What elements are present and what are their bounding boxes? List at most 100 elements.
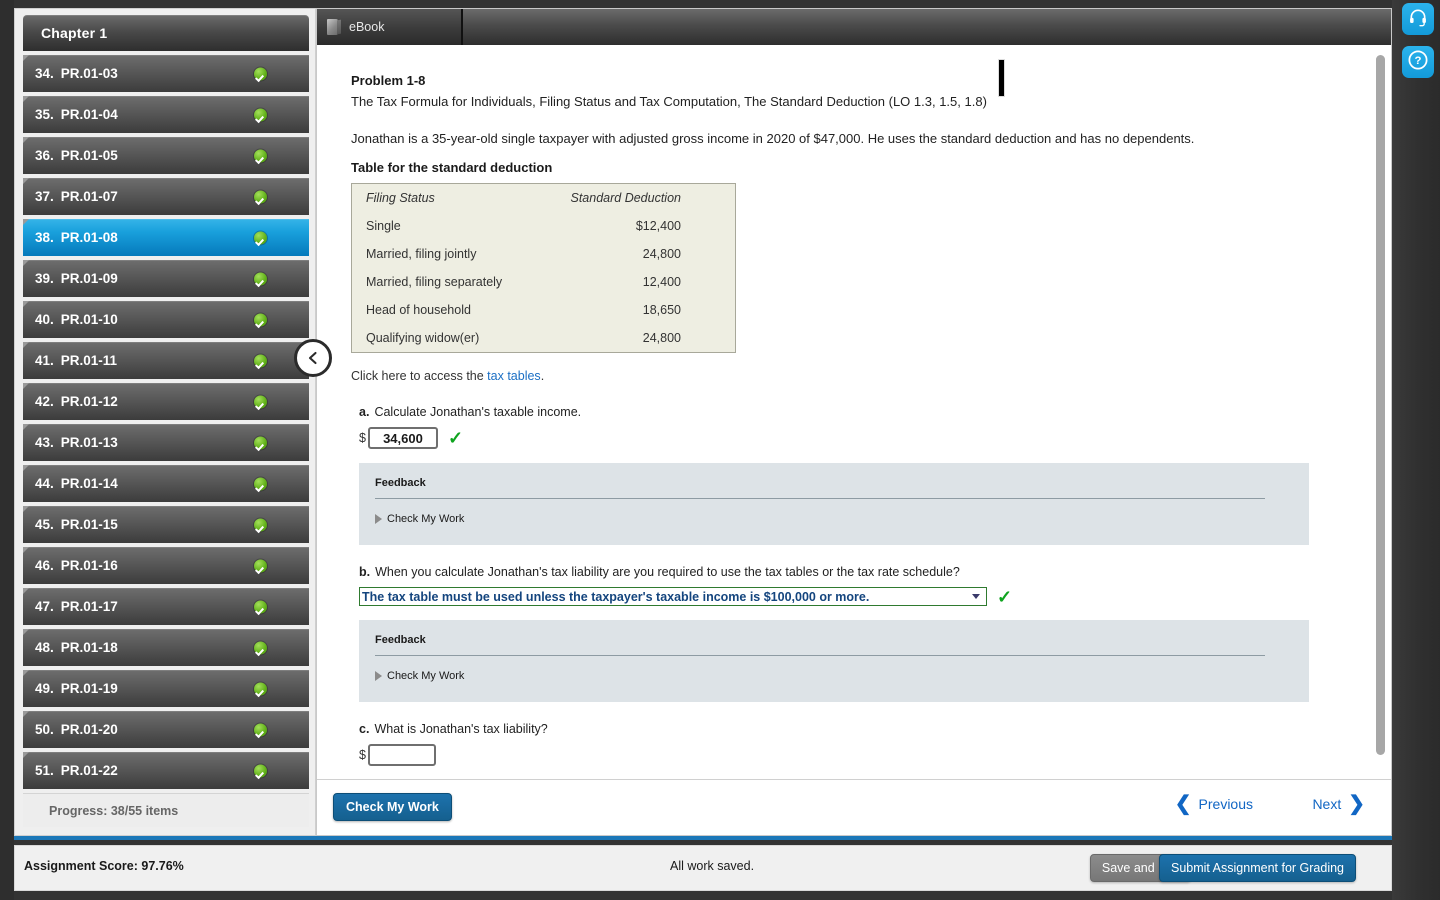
standard-deduction-table: Filing Status Standard Deduction Single $12… bbox=[351, 183, 736, 353]
sidebar-item-number: 34. bbox=[35, 66, 54, 81]
previous-label: Previous bbox=[1198, 796, 1253, 812]
sidebar-item-number: 41. bbox=[35, 353, 54, 368]
sidebar-item-number: 43. bbox=[35, 435, 54, 450]
status-complete-icon bbox=[254, 641, 267, 654]
sidebar-item-pr.01-08[interactable]: 38. PR.01-08 bbox=[23, 219, 309, 256]
sidebar-item-label: PR.01-13 bbox=[60, 435, 118, 450]
sidebar-item-label: PR.01-08 bbox=[60, 230, 118, 245]
sidebar-item-pr.01-03[interactable]: 34. PR.01-03 bbox=[23, 55, 309, 92]
sidebar-item-label: PR.01-10 bbox=[60, 312, 118, 327]
select-host: The tax table must be used unless the ta… bbox=[359, 587, 987, 606]
status-complete-icon bbox=[254, 231, 267, 244]
sidebar-item-number: 36. bbox=[35, 148, 54, 163]
sidebar-item-pr.01-22[interactable]: 51. PR.01-22 bbox=[23, 752, 309, 789]
sidebar-item-number: 47. bbox=[35, 599, 54, 614]
sidebar-item-label: PR.01-04 bbox=[60, 107, 118, 122]
check-my-work-button[interactable]: Check My Work bbox=[333, 793, 452, 821]
sidebar-item-pr.01-17[interactable]: 47. PR.01-17 bbox=[23, 588, 309, 625]
sidebar-item-label: PR.01-03 bbox=[60, 66, 118, 81]
tab-ebook[interactable]: eBook bbox=[317, 9, 463, 45]
status-complete-icon bbox=[254, 682, 267, 695]
table-cell: 18,650 bbox=[642, 303, 681, 317]
sidebar-item-number: 35. bbox=[35, 107, 54, 122]
status-complete-icon bbox=[254, 67, 267, 80]
question-c-answer-row: $ bbox=[359, 744, 1353, 766]
feedback-divider-b bbox=[375, 655, 1265, 656]
question-navigator-sidebar: Chapter 1 34. PR.01-03 35. PR.01-04 36. PR.01… bbox=[14, 8, 316, 836]
sidebar-item-pr.01-09[interactable]: 39. PR.01-09 bbox=[23, 260, 309, 297]
sidebar-collapse-button[interactable] bbox=[294, 339, 332, 377]
next-button[interactable]: Next ❯ bbox=[1312, 794, 1365, 814]
check-my-work-toggle-a[interactable]: Check My Work bbox=[375, 513, 1293, 525]
sidebar-item-label: PR.01-18 bbox=[60, 640, 118, 655]
chevron-left-icon bbox=[305, 350, 321, 366]
tab-bar: eBook bbox=[317, 9, 1391, 45]
sidebar-item-pr.01-05[interactable]: 36. PR.01-05 bbox=[23, 137, 309, 174]
status-complete-icon bbox=[254, 190, 267, 203]
table-cell: Head of household bbox=[366, 303, 471, 317]
table-row: Qualifying widow(er) 24,800 bbox=[352, 324, 736, 353]
content-scrollbar-thumb[interactable] bbox=[1376, 55, 1385, 755]
support-headset-button[interactable] bbox=[1402, 3, 1434, 35]
sidebar-item-pr.01-04[interactable]: 35. PR.01-04 bbox=[23, 96, 309, 133]
sidebar-item-pr.01-12[interactable]: 42. PR.01-12 bbox=[23, 383, 309, 420]
sidebar-item-pr.01-18[interactable]: 48. PR.01-18 bbox=[23, 629, 309, 666]
sidebar-item-pr.01-19[interactable]: 49. PR.01-19 bbox=[23, 670, 309, 707]
help-button[interactable]: ? bbox=[1402, 46, 1434, 78]
app-root: Chapter 1 34. PR.01-03 35. PR.01-04 36. PR.01… bbox=[0, 0, 1440, 900]
deduction-table-body: Filing Status Standard Deduction Single $12… bbox=[352, 184, 736, 353]
status-complete-icon bbox=[254, 518, 267, 531]
sidebar-item-pr.01-14[interactable]: 44. PR.01-14 bbox=[23, 465, 309, 502]
accent-divider bbox=[14, 836, 1392, 840]
sidebar-item-pr.01-15[interactable]: 45. PR.01-15 bbox=[23, 506, 309, 543]
save-status-label: All work saved. bbox=[670, 859, 755, 873]
check-my-work-label-a: Check My Work bbox=[387, 513, 465, 525]
sidebar-item-number: 38. bbox=[35, 230, 54, 245]
submit-assignment-button[interactable]: Submit Assignment for Grading bbox=[1159, 854, 1356, 882]
sidebar-item-label: PR.01-17 bbox=[60, 599, 118, 614]
sidebar-item-label: PR.01-07 bbox=[60, 189, 118, 204]
status-complete-icon bbox=[254, 272, 267, 285]
sidebar-item-pr.01-11[interactable]: 41. PR.01-11 bbox=[23, 342, 309, 379]
help-question-icon: ? bbox=[1407, 49, 1429, 76]
correct-check-icon-b: ✓ bbox=[997, 586, 1013, 607]
table-cell: Married, filing jointly bbox=[366, 247, 477, 261]
feedback-panel-a: Feedback Check My Work bbox=[359, 463, 1309, 545]
status-complete-icon bbox=[254, 354, 267, 367]
status-complete-icon bbox=[254, 764, 267, 777]
problem-body: Jonathan is a 35-year-old single taxpaye… bbox=[351, 131, 1195, 146]
sidebar-item-number: 46. bbox=[35, 558, 54, 573]
previous-button[interactable]: ❮ Previous bbox=[1175, 794, 1253, 814]
status-complete-icon bbox=[254, 723, 267, 736]
triangle-right-icon bbox=[375, 514, 382, 524]
table-cell: Married, filing separately bbox=[366, 275, 503, 289]
question-list[interactable]: 34. PR.01-03 35. PR.01-04 36. PR.01-05 37. PR.0… bbox=[23, 55, 309, 801]
sidebar-item-pr.01-10[interactable]: 40. PR.01-10 bbox=[23, 301, 309, 338]
sidebar-item-label: PR.01-22 bbox=[60, 763, 118, 778]
status-complete-icon bbox=[254, 477, 267, 490]
table-header-cell: Filing Status bbox=[366, 191, 435, 205]
check-my-work-toggle-b[interactable]: Check My Work bbox=[375, 670, 1293, 682]
sidebar-item-number: 48. bbox=[35, 640, 54, 655]
table-row: Married, filing jointly 24,800 bbox=[352, 240, 736, 268]
taxable-income-input[interactable] bbox=[367, 427, 438, 449]
tax-tables-link[interactable]: tax tables bbox=[487, 369, 541, 383]
sidebar-item-pr.01-20[interactable]: 50. PR.01-20 bbox=[23, 711, 309, 748]
question-b-answer-row: The tax table must be used unless the ta… bbox=[359, 587, 1353, 606]
tax-table-select[interactable]: The tax table must be used unless the ta… bbox=[359, 587, 987, 606]
sidebar-item-pr.01-13[interactable]: 43. PR.01-13 bbox=[23, 424, 309, 461]
question-a-text: Calculate Jonathan's taxable income. bbox=[374, 405, 582, 419]
sidebar-item-pr.01-07[interactable]: 37. PR.01-07 bbox=[23, 178, 309, 215]
tax-liability-input[interactable] bbox=[367, 744, 436, 766]
table-cell: 12,400 bbox=[642, 275, 681, 289]
feedback-panel-b: Feedback Check My Work bbox=[359, 620, 1309, 702]
table-row: Married, filing separately 12,400 bbox=[352, 268, 736, 296]
status-complete-icon bbox=[254, 600, 267, 613]
status-complete-icon bbox=[254, 395, 267, 408]
sidebar-item-number: 50. bbox=[35, 722, 54, 737]
right-frame bbox=[1392, 0, 1440, 900]
question-c-letter: c. bbox=[359, 722, 370, 736]
sidebar-item-pr.01-16[interactable]: 46. PR.01-16 bbox=[23, 547, 309, 584]
sidebar-item-number: 37. bbox=[35, 189, 54, 204]
sidebar-header-label: Chapter 1 bbox=[41, 25, 108, 41]
